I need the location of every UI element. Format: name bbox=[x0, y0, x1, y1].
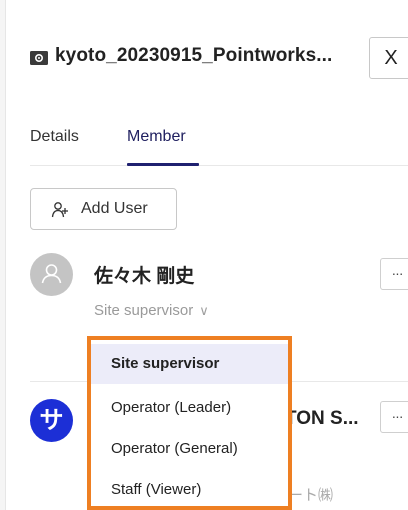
chevron-down-icon: ∨ bbox=[199, 303, 209, 318]
add-user-icon bbox=[51, 201, 69, 219]
panel-header: kyoto_20230915_Pointworks... X bbox=[30, 36, 408, 82]
more-options-button[interactable]: ··· bbox=[380, 258, 408, 290]
active-tab-indicator bbox=[127, 163, 199, 166]
role-option-staff-viewer[interactable]: Staff (Viewer) bbox=[91, 470, 288, 510]
role-select[interactable]: Site supervisor ∨ bbox=[94, 302, 209, 319]
member-company: ート㈱ bbox=[288, 487, 334, 504]
avatar: サ bbox=[30, 399, 73, 442]
role-select-value: Site supervisor bbox=[94, 302, 194, 319]
member-row: 佐々木 剛史 Site supervisor ∨ ··· bbox=[30, 250, 408, 330]
member-name: TON S... bbox=[285, 408, 359, 429]
add-user-label: Add User bbox=[81, 200, 148, 217]
tab-bar: Details Member bbox=[30, 122, 408, 166]
role-option-site-supervisor[interactable]: Site supervisor bbox=[91, 344, 288, 384]
close-button[interactable]: X bbox=[369, 37, 408, 79]
file-icon bbox=[30, 50, 48, 66]
add-user-button[interactable]: Add User bbox=[30, 188, 177, 230]
avatar bbox=[30, 253, 73, 296]
panel-left-border bbox=[0, 0, 6, 510]
role-option-operator-general[interactable]: Operator (General) bbox=[91, 429, 288, 469]
user-icon bbox=[41, 264, 62, 284]
role-dropdown-menu: Site supervisor Operator (Leader) Operat… bbox=[87, 336, 292, 510]
page-title: kyoto_20230915_Pointworks... bbox=[55, 45, 333, 66]
tab-details[interactable]: Details bbox=[30, 128, 79, 146]
more-options-button[interactable]: ··· bbox=[380, 401, 408, 433]
member-name: 佐々木 剛史 bbox=[94, 266, 195, 287]
tab-member[interactable]: Member bbox=[127, 128, 186, 146]
role-option-operator-leader[interactable]: Operator (Leader) bbox=[91, 388, 288, 428]
